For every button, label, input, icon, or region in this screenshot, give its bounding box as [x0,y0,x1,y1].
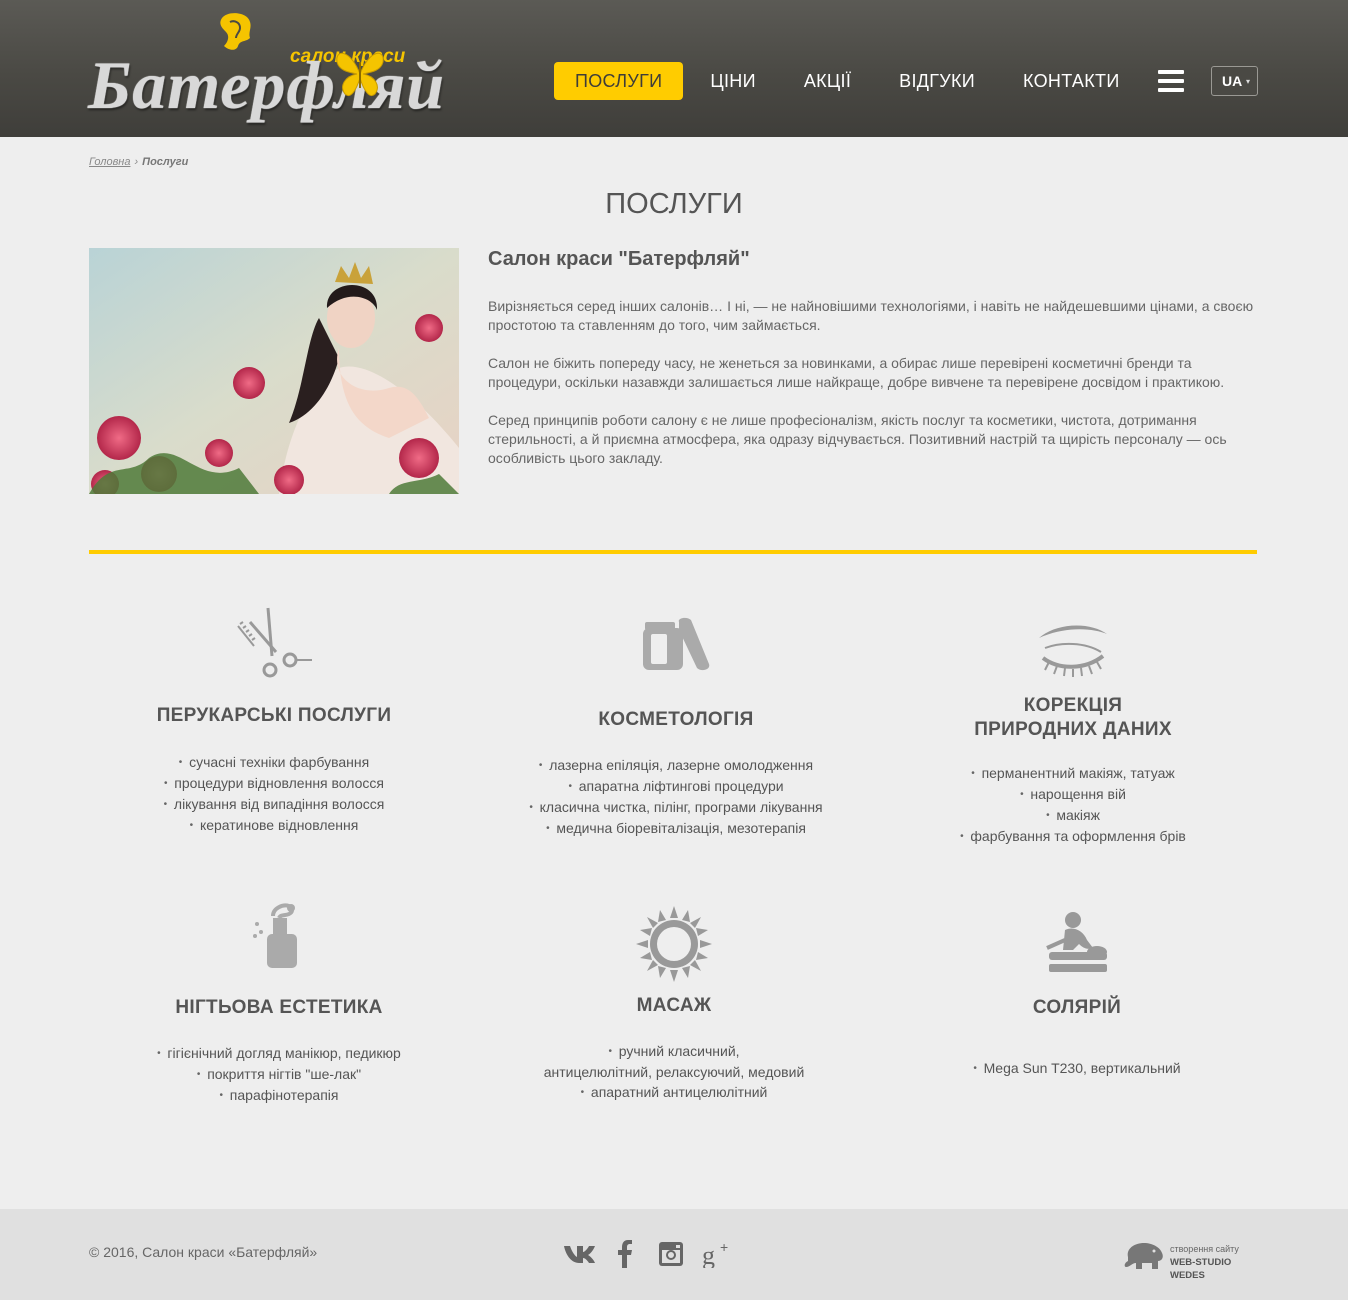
service-list: сучасні техніки фарбування процедури від… [104,752,444,836]
intro-section: Салон краси "Батерфляй" Вирізняється сер… [488,248,1260,487]
facebook-icon[interactable] [602,1237,648,1271]
svg-text:+: + [720,1240,728,1255]
service-title-line: ПРИРОДНИХ ДАНИХ [974,719,1172,740]
service-title: КОРЕКЦІЯ ПРИРОДНИХ ДАНИХ [898,694,1248,742]
list-item: сучасні техніки фарбування [104,752,444,773]
nav-prices[interactable]: ЦІНИ [689,62,776,100]
svg-text:g: g [702,1241,715,1268]
language-select[interactable]: UA ▾ [1211,66,1258,96]
intro-heading: Салон краси "Батерфляй" [488,248,750,270]
copyright: © 2016, Салон краси «Батерфляй» [89,1244,318,1260]
hamburger-icon[interactable] [1158,70,1184,92]
cosmetics-jars-icon [643,617,710,671]
list-item: класична чистка, пілінг, програми лікува… [496,797,856,818]
eyebrow-lashes-icon [1039,625,1107,677]
logo-name: Батерфляй [88,47,446,123]
service-title: СОЛЯРІЙ [1032,997,1122,1018]
studio-text: створення сайту WEB-STUDIO WEDES [1170,1243,1262,1282]
list-item: макіяж [898,805,1248,826]
list-item: ручний класичний, антицелюлітний, релаксу… [504,1041,844,1082]
list-item: гігієнічний догляд манікюр, педикюр [104,1043,454,1064]
intro-paragraph: Вирізняється серед інших салонів… І ні, … [488,298,1254,333]
service-cosmetology: КОСМЕТОЛОГІЯ лазерна епіляція, лазерне о… [496,612,856,839]
service-hairdressing: ПЕРУКАРСЬКІ ПОСЛУГИ сучасні техніки фарб… [104,606,444,836]
service-list: лазерна епіляція, лазерне омолодження ап… [496,755,856,839]
site-footer: © 2016, Салон краси «Батерфляй» g + створ… [0,1209,1348,1300]
service-title: НІГТЬОВА ЕСТЕТИКА [175,997,383,1018]
service-list: перманентний макіяж, татуаж нарощення ві… [898,763,1248,847]
list-item: апаратний антицелюлітний [504,1082,844,1103]
google-plus-icon[interactable]: g + [694,1237,740,1271]
nav-contacts[interactable]: КОНТАКТИ [1002,62,1141,100]
list-item: лікування від випадіння волосся [104,794,444,815]
list-item-text: ручний класичний, [618,1043,740,1059]
breadcrumb-separator: › [134,156,139,168]
list-item: нарощення вій [898,784,1248,805]
studio-line1: створення сайту [1170,1244,1239,1254]
intro-paragraph: Серед принципів роботи салону є не лише … [488,412,1227,466]
service-correction: КОРЕКЦІЯ ПРИРОДНИХ ДАНИХ перманентний ма… [898,622,1248,847]
nav-promotions[interactable]: АКЦІЇ [783,62,872,100]
list-item: кератинове відновлення [104,815,444,836]
salon-hero-image [89,248,459,494]
nail-polish-bottle-icon [253,903,297,968]
breadcrumb: Головна › Послуги [89,156,188,168]
vk-icon[interactable] [556,1237,602,1271]
instagram-icon[interactable] [648,1237,694,1271]
web-studio-credit[interactable]: створення сайту WEB-STUDIO WEDES [1122,1239,1262,1281]
butterfly-logo-icon [336,52,384,96]
service-title: ПЕРУКАРСЬКІ ПОСЛУГИ [156,705,392,726]
service-list: Mega Sun T230, вертикальний [902,1058,1252,1079]
list-item: процедури відновлення волосся [104,773,444,794]
language-value: UA [1222,73,1243,89]
list-item: медична біоревіталізація, мезотерапія [496,818,856,839]
site-header: салон краси Батерфляй ПОСЛУГИ ЦІНИ АКЦІЇ… [0,0,1348,137]
list-item: перманентний макіяж, татуаж [898,763,1248,784]
nav-services[interactable]: ПОСЛУГИ [554,62,684,100]
sun-icon [636,906,712,982]
scissors-comb-icon [237,607,312,678]
list-item-continuation: антицелюлітний, релаксуючий, медовий [543,1064,805,1080]
elephant-icon [1124,1243,1163,1269]
service-title-line: КОРЕКЦІЯ [1023,695,1123,716]
page-title: ПОСЛУГИ [605,188,743,220]
caret-down-icon: ▾ [1245,77,1250,86]
list-item: фарбування та оформлення брів [898,826,1248,847]
main-nav: ПОСЛУГИ ЦІНИ АКЦІЇ ВІДГУКИ КОНТАКТИ [554,62,1147,100]
list-item: покриття нігтів "ше-лак" [104,1064,454,1085]
massage-person-icon [1046,912,1107,972]
service-nails: НІГТЬОВА ЕСТЕТИКА гігієнічний догляд ман… [104,902,454,1106]
section-divider [89,550,1257,554]
intro-paragraph: Салон не біжить попереду часу, не женеть… [488,355,1225,390]
breadcrumb-home-link[interactable]: Головна [89,156,130,168]
list-item: апаратна ліфтингові процедури [496,776,856,797]
service-solarium: СОЛЯРІЙ Mega Sun T230, вертикальний [902,910,1252,1079]
service-title: МАСАЖ [636,995,712,1016]
studio-line2: WEB-STUDIO WEDES [1170,1257,1232,1281]
list-item: лазерна епіляція, лазерне омолодження [496,755,856,776]
service-massage: МАСАЖ ручний класичний, антицелюлітний, р… [504,906,844,1103]
service-list: ручний класичний, антицелюлітний, релаксу… [504,1041,844,1103]
breadcrumb-current: Послуги [142,156,189,168]
service-list: гігієнічний догляд манікюр, педикюр покр… [104,1043,454,1106]
service-title: КОСМЕТОЛОГІЯ [598,709,754,730]
social-links: g + [556,1237,740,1271]
logo[interactable]: салон краси Батерфляй [88,10,488,128]
nav-reviews[interactable]: ВІДГУКИ [878,62,996,100]
list-item: Mega Sun T230, вертикальний [902,1058,1252,1079]
list-item: парафінотерапія [104,1085,454,1106]
